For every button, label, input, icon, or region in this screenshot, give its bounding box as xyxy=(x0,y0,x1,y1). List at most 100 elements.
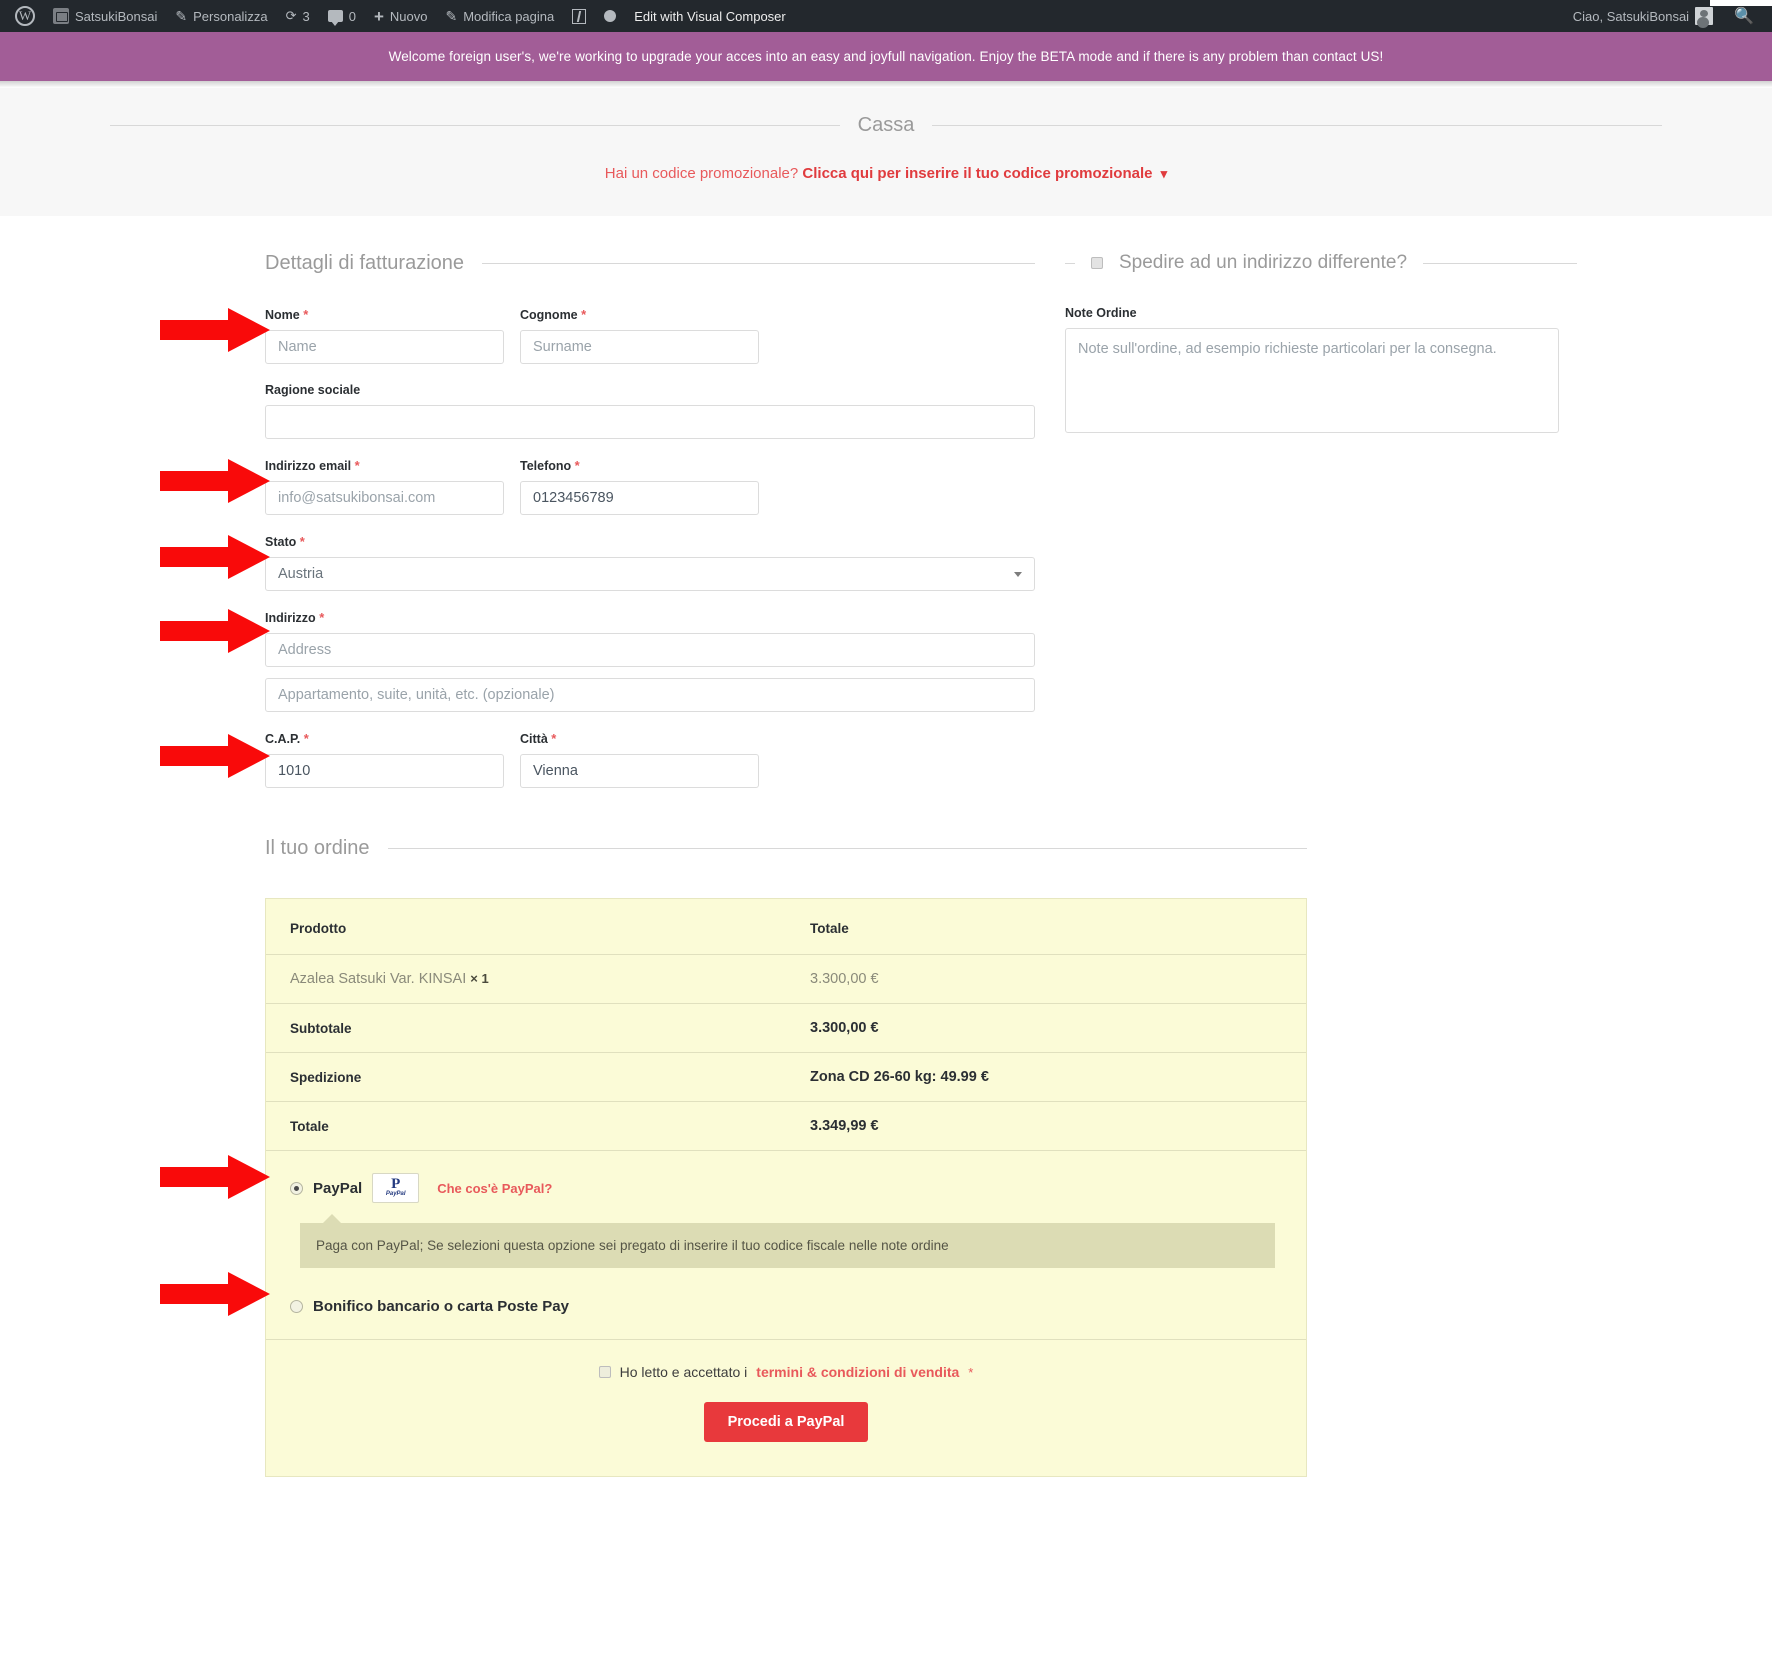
order-table-body: Azalea Satsuki Var. KINSAI × 1 3.300,00 … xyxy=(266,954,1306,1150)
ship-rule-left xyxy=(1065,262,1075,264)
edit-with-visual-composer[interactable]: Edit with Visual Composer xyxy=(625,0,795,32)
postcode-city-row: C.A.P. * Città * xyxy=(265,731,1035,807)
plus-icon: + xyxy=(373,6,384,26)
postcode-required: * xyxy=(303,731,309,746)
my-account-menu[interactable]: Ciao, SatsukiBonsai xyxy=(1564,0,1722,32)
comments-count: 0 xyxy=(348,8,356,24)
paypal-radio[interactable] xyxy=(290,1181,303,1195)
chevron-down-icon[interactable]: ▾ xyxy=(1161,166,1168,181)
paypal-glyph: P xyxy=(391,1176,401,1192)
page-title-header: Cassa xyxy=(0,106,1772,137)
order-notes-textarea[interactable] xyxy=(1065,328,1559,433)
greeting-label: Ciao, SatsukiBonsai xyxy=(1572,8,1690,24)
order-item-name: Azalea Satsuki Var. KINSAI xyxy=(290,971,467,987)
coupon-toggle-link[interactable]: Clicca qui per inserire il tuo codice pr… xyxy=(802,165,1152,182)
first-name-required: * xyxy=(303,307,309,322)
address1-input[interactable] xyxy=(265,633,1035,667)
paintbrush-icon: ✎ xyxy=(175,7,188,24)
name-row: Nome * Cognome * xyxy=(265,307,1035,383)
edit-page-menu[interactable]: ✎ Modifica pagina xyxy=(436,0,563,32)
ship-to-different-label[interactable]: Spedire ad un indirizzo differente? xyxy=(1119,252,1407,274)
comments-menu[interactable]: 0 xyxy=(319,0,365,32)
terms-link[interactable]: termini & condizioni di vendita xyxy=(756,1364,959,1380)
email-group: Indirizzo email * xyxy=(265,458,504,515)
order-heading: Il tuo ordine xyxy=(265,837,1307,860)
visual-composer-icon-button[interactable] xyxy=(563,0,595,32)
new-content-menu[interactable]: + Nuovo xyxy=(365,0,437,32)
city-input[interactable] xyxy=(520,754,759,788)
admin-bar-search-button[interactable]: 🔍 xyxy=(1722,6,1766,26)
payment-option-bank-transfer[interactable]: Bonifico bancario o carta Poste Pay xyxy=(290,1298,1282,1315)
bank-label: Bonifico bancario o carta Poste Pay xyxy=(313,1298,569,1315)
coupon-prefix: Hai un codice promozionale? xyxy=(604,165,799,182)
updates-count: 3 xyxy=(302,8,310,24)
wordpress-logo-button[interactable] xyxy=(6,0,44,32)
place-order-button[interactable]: Procedi a PayPal xyxy=(703,1402,869,1442)
order-item-total: 3.300,00 € xyxy=(786,954,1306,1004)
country-select[interactable]: Austria xyxy=(265,557,1035,591)
city-required: * xyxy=(551,731,557,746)
bank-radio[interactable] xyxy=(290,1300,303,1313)
country-label-text: Stato xyxy=(265,535,297,549)
table-row: Totale 3.349,99 € xyxy=(266,1101,1306,1150)
phone-group: Telefono * xyxy=(520,458,759,515)
postcode-input[interactable] xyxy=(265,754,504,788)
customize-menu[interactable]: ✎ Personalizza xyxy=(166,0,276,32)
updates-menu[interactable]: ⟳ 3 xyxy=(277,0,319,32)
ship-to-different-checkbox[interactable] xyxy=(1091,257,1103,269)
checkout-content: Dettagli di fatturazione Nome * Cognome xyxy=(0,216,1772,1509)
circle-toggle-button[interactable] xyxy=(595,0,625,32)
shipping-label: Spedizione xyxy=(266,1052,786,1102)
last-name-input[interactable] xyxy=(520,330,759,364)
country-group: Stato * Austria xyxy=(265,534,1035,591)
terms-required: * xyxy=(968,1364,974,1380)
shipping-column: Spedire ad un indirizzo differente? Note… xyxy=(1065,252,1577,807)
last-name-group: Cognome * xyxy=(520,307,759,364)
edit-page-label: Modifica pagina xyxy=(463,8,555,24)
banner-shadow xyxy=(0,81,1772,88)
paypal-description: Paga con PayPal; Se selezioni questa opz… xyxy=(300,1223,1275,1268)
paypal-label: PayPal xyxy=(313,1179,363,1197)
last-name-label-text: Cognome xyxy=(520,308,578,322)
shipping-value: Zona CD 26-60 kg: 49.99 € xyxy=(786,1052,1306,1102)
col-header-total: Totale xyxy=(810,921,849,936)
first-name-input[interactable] xyxy=(265,330,504,364)
ship-to-different-header: Spedire ad un indirizzo differente? xyxy=(1065,252,1577,274)
pencil-icon: ✎ xyxy=(445,7,458,24)
terms-checkbox[interactable] xyxy=(598,1366,611,1378)
order-table-header-row: Prodotto Totale xyxy=(266,899,1306,955)
phone-label: Telefono * xyxy=(520,458,759,473)
visual-composer-icon xyxy=(572,8,587,24)
city-label: Città * xyxy=(520,731,759,746)
email-required: * xyxy=(354,458,360,473)
chevron-down-icon xyxy=(1014,571,1022,577)
circle-icon xyxy=(604,10,617,22)
order-item-name-cell: Azalea Satsuki Var. KINSAI × 1 xyxy=(266,954,786,1004)
company-group: Ragione sociale xyxy=(265,383,1035,439)
address1-label: Indirizzo * xyxy=(265,610,1035,625)
order-notes-label: Note Ordine xyxy=(1065,306,1137,320)
city-group: Città * xyxy=(520,731,759,788)
last-name-required: * xyxy=(581,307,587,322)
coupon-row: Hai un codice promozionale? Clicca qui p… xyxy=(0,137,1772,216)
what-is-paypal-link[interactable]: Che cos'è PayPal? xyxy=(437,1181,552,1196)
title-rule-right xyxy=(932,125,1663,126)
company-input[interactable] xyxy=(265,405,1035,439)
terms-prefix: Ho letto e accettato i xyxy=(619,1364,748,1380)
billing-heading-label: Dettagli di fatturazione xyxy=(265,252,465,274)
postcode-label: C.A.P. * xyxy=(265,731,504,746)
email-input[interactable] xyxy=(265,481,504,515)
phone-input[interactable] xyxy=(520,481,759,515)
email-label: Indirizzo email * xyxy=(265,458,504,473)
order-heading-label: Il tuo ordine xyxy=(265,837,370,859)
avatar xyxy=(1695,7,1714,25)
paypal-logo-icon: P PayPal xyxy=(372,1173,420,1203)
address2-input[interactable] xyxy=(265,678,1035,712)
payment-option-paypal[interactable]: PayPal P PayPal Che cos'è PayPal? xyxy=(290,1173,1282,1203)
first-name-group: Nome * xyxy=(265,307,504,364)
order-table-head: Prodotto Totale xyxy=(266,899,1306,955)
phone-label-text: Telefono xyxy=(520,459,572,473)
order-notes-group: Note Ordine xyxy=(1065,306,1577,438)
site-name-menu[interactable]: SatsukiBonsai xyxy=(44,0,166,32)
home-icon xyxy=(53,8,69,24)
